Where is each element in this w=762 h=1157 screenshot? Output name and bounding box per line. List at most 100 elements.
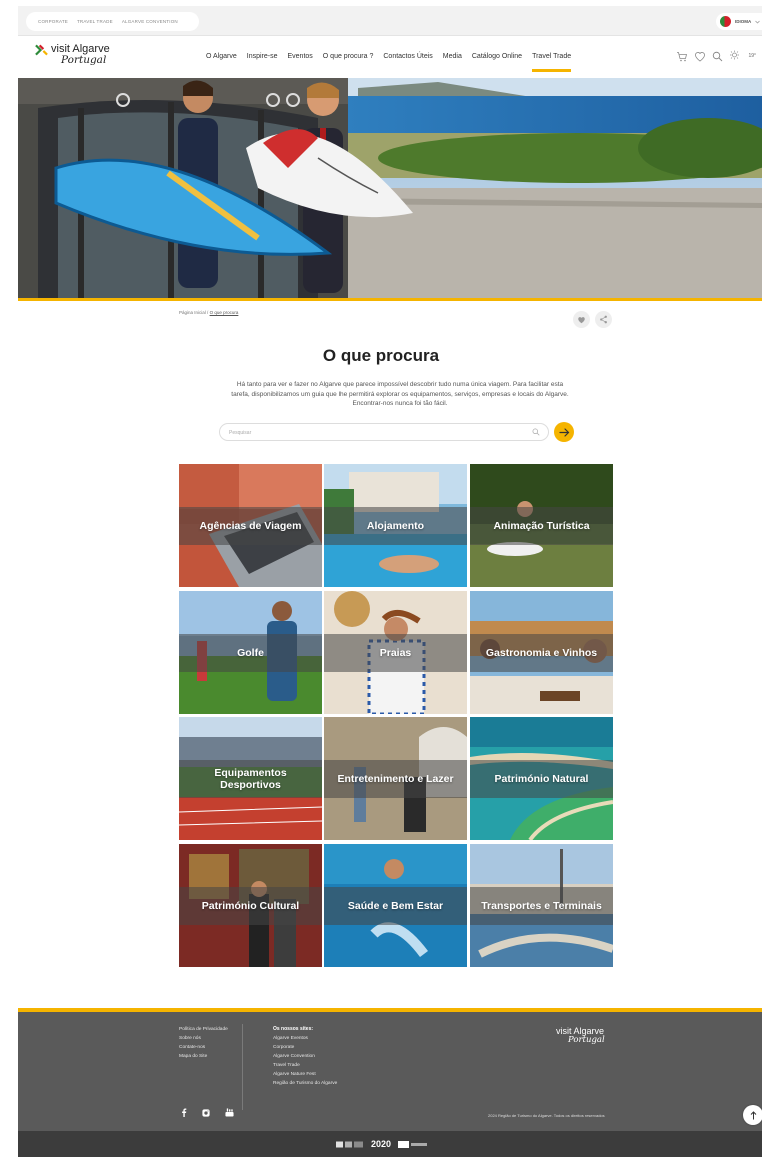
logo-mark-icon (35, 44, 48, 56)
category-label: Golfe (237, 647, 264, 659)
footer-logo-line2: Portugal (568, 1035, 605, 1045)
hero-image (18, 78, 762, 298)
weather-sun-cloud-icon (730, 50, 740, 60)
footer-link-site[interactable]: Algarve Nature Fest (273, 1072, 337, 1077)
logo-text-line2: Portugal (61, 54, 107, 66)
breadcrumb: Página Inicial / O que procura (179, 310, 238, 315)
footer-link-site[interactable]: Algarve Eventos (273, 1036, 337, 1041)
footer: Política de Privacidade Sobre nós Contat… (18, 1012, 762, 1131)
copyright-text: 2024 Região de Turismo do Algarve. Todos… (488, 1113, 605, 1118)
nav-item-catalogo-online[interactable]: Catálogo Online (467, 53, 527, 60)
top-utility-bar: CORPORATE TRAVEL TRADE ALGARVE CONVENTIO… (18, 6, 762, 36)
footer-link-about[interactable]: Sobre nós (179, 1036, 228, 1041)
category-label: Saúde e Bem Estar (347, 900, 444, 912)
category-label: Animação Turística (493, 520, 590, 532)
top-link-algarve-convention[interactable]: ALGARVE CONVENTION (122, 19, 178, 24)
category-label: Património Natural (494, 773, 589, 785)
share-button[interactable] (595, 311, 612, 328)
category-label: Entretenimento e Lazer (337, 773, 454, 785)
breadcrumb-current[interactable]: O que procura (210, 310, 239, 315)
nav-item-media[interactable]: Media (438, 53, 467, 60)
category-tile-gastronomia-e-vinhos[interactable]: Gastronomia e Vinhos (470, 591, 613, 714)
portugal-flag-icon (720, 16, 731, 27)
heart-icon[interactable] (694, 51, 706, 62)
share-icon (600, 315, 607, 324)
top-link-travel-trade[interactable]: TRAVEL TRADE (77, 19, 113, 24)
nav-item-contactos-uteis[interactable]: Contactos Úteis (378, 53, 437, 60)
nav-item-travel-trade[interactable]: Travel Trade (527, 53, 576, 72)
main-nav: O Algarve Inspire-se Eventos O que procu… (201, 53, 576, 72)
arrow-up-icon (750, 1110, 756, 1119)
language-label: IDIOMA (735, 19, 752, 24)
footer-link-sitemap[interactable]: Mapa do Site (179, 1054, 228, 1059)
nav-item-eventos[interactable]: Eventos (282, 53, 317, 60)
category-tile-saude-e-bem-estar[interactable]: Saúde e Bem Estar (324, 844, 467, 967)
back-to-top-button[interactable] (743, 1105, 762, 1125)
portugal-2020-logo: 2020 (371, 1139, 392, 1149)
search-icon[interactable] (712, 51, 723, 62)
cart-icon[interactable] (676, 51, 688, 62)
breadcrumb-separator: / (207, 310, 209, 315)
footer-link-site[interactable]: Travel Trade (273, 1063, 337, 1068)
footer-logo[interactable]: visit Algarve Portugal (556, 1026, 605, 1045)
category-tile-agencias-de-viagem[interactable]: Agências de Viagem (179, 464, 322, 587)
footer-divider (242, 1024, 243, 1110)
category-label: Transportes e Terminais (481, 900, 602, 912)
search-icon (532, 428, 540, 436)
footer-link-privacy[interactable]: Política de Privacidade (179, 1027, 228, 1032)
category-label: Património Cultural (201, 900, 300, 912)
header-icons: 19° (676, 50, 756, 62)
favorite-button[interactable] (573, 311, 590, 328)
eu-flag-logo-icon (398, 1140, 428, 1148)
category-label: Gastronomia e Vinhos (485, 647, 598, 659)
weather-temperature: 19° (748, 53, 756, 59)
category-tile-entretenimento-e-lazer[interactable]: Entretenimento e Lazer (324, 717, 467, 840)
page: CORPORATE TRAVEL TRADE ALGARVE CONVENTIO… (0, 0, 762, 1157)
nav-item-o-algarve[interactable]: O Algarve (201, 53, 242, 60)
search-input[interactable] (229, 427, 519, 438)
top-link-corporate[interactable]: CORPORATE (38, 19, 68, 24)
category-tile-equipamentos-desportivos[interactable]: Equipamentos Desportivos (179, 717, 322, 840)
search-field[interactable] (219, 423, 549, 441)
social-links (181, 1108, 234, 1117)
footer-links-primary: Política de Privacidade Sobre nós Contat… (179, 1027, 228, 1059)
hero-accent-bar (18, 298, 762, 301)
category-label: Praias (379, 647, 412, 659)
footer-link-site[interactable]: Corporate (273, 1045, 337, 1050)
search-submit-button[interactable] (554, 422, 574, 442)
breadcrumb-home[interactable]: Página Inicial (179, 310, 206, 315)
instagram-icon[interactable] (202, 1108, 210, 1117)
category-label: Equipamentos Desportivos (214, 767, 287, 791)
page-title: O que procura (322, 346, 440, 365)
youtube-icon[interactable] (225, 1108, 234, 1117)
hero-surfers-photo (18, 78, 762, 298)
category-tile-golfe[interactable]: Golfe (179, 591, 322, 714)
facebook-icon[interactable] (181, 1108, 187, 1117)
visit-algarve-logo[interactable]: visit Algarve Portugal (35, 41, 125, 73)
nav-item-inspire-se[interactable]: Inspire-se (242, 53, 283, 60)
nav-item-o-que-procura[interactable]: O que procura ? (318, 53, 379, 60)
category-label: Alojamento (366, 520, 425, 532)
heart-icon (578, 316, 585, 323)
category-label: Agências de Viagem (199, 520, 302, 532)
partner-logos: 2020 (336, 1139, 428, 1149)
category-tile-transportes-e-terminais[interactable]: Transportes e Terminais (470, 844, 613, 967)
category-tile-patrimonio-cultural[interactable]: Património Cultural (179, 844, 322, 967)
intro-text: Há tanto para ver e fazer no Algarve que… (231, 381, 569, 407)
language-selector[interactable]: IDIOMA (716, 13, 762, 30)
category-tile-animacao-turistica[interactable]: Animação Turística (470, 464, 613, 587)
footer-sites-heading: Os nossos sites: (273, 1026, 314, 1032)
category-tile-alojamento[interactable]: Alojamento (324, 464, 467, 587)
footer-link-site[interactable]: Algarve Convention (273, 1054, 337, 1059)
top-links: CORPORATE TRAVEL TRADE ALGARVE CONVENTIO… (26, 12, 199, 31)
category-grid: Agências de Viagem Alojamento Animação T… (179, 464, 613, 968)
chevron-down-icon (755, 20, 761, 24)
main-header: visit Algarve Portugal O Algarve Inspire… (18, 36, 762, 78)
footer-links-sites: Os nossos sites: Algarve Eventos Corpora… (273, 1026, 337, 1086)
footer-link-contact[interactable]: Contate-nos (179, 1045, 228, 1050)
footer-link-site[interactable]: Região de Turismo do Algarve (273, 1081, 337, 1086)
arrow-right-icon (558, 427, 569, 437)
category-tile-patrimonio-natural[interactable]: Património Natural (470, 717, 613, 840)
category-tile-praias[interactable]: Praias (324, 591, 467, 714)
eu-funding-logo-icon (336, 1141, 363, 1147)
